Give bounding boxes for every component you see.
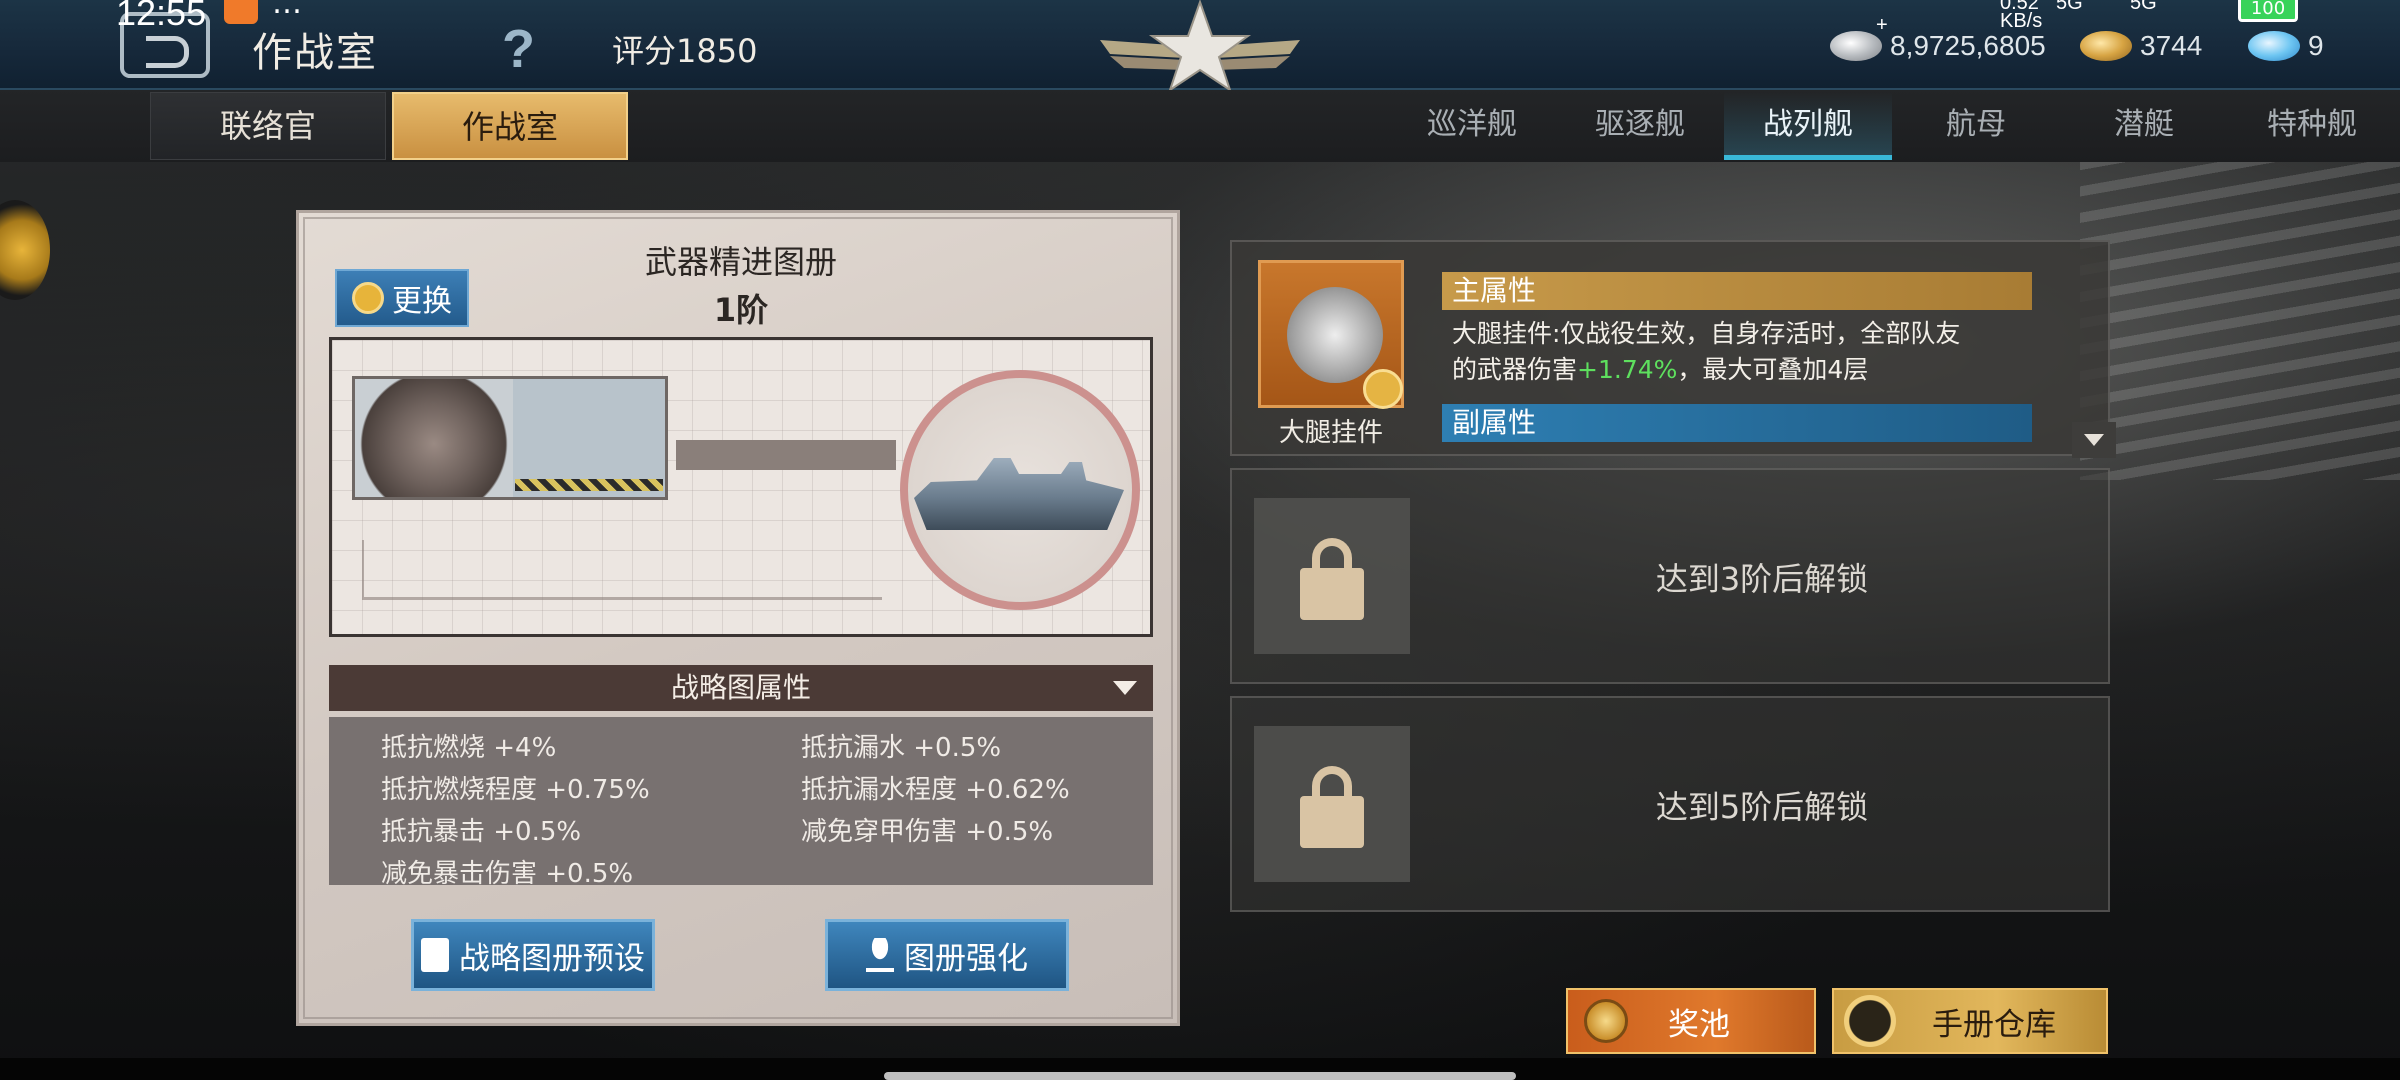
empty-label-bar: [676, 440, 896, 470]
status-time: 12:55: [116, 0, 207, 33]
main-attr-line-2: 的武器伤害+1.74%，最大可叠加4层: [1452, 352, 2072, 388]
gold-coin-icon: [2080, 31, 2132, 61]
item-book-icon[interactable]: [1258, 260, 1404, 409]
swap-label: 更换: [392, 284, 452, 319]
silver-coin-icon: [1830, 31, 1882, 61]
gold-resource[interactable]: 3744: [2080, 30, 2202, 62]
locked-slot-2: 达到5阶后解锁: [1230, 696, 2110, 912]
status-more: …: [272, 0, 302, 21]
attr-list[interactable]: 抵抗燃烧 +4% 抵抗漏水 +0.5% 抵抗燃烧程度 +0.75% 抵抗漏水程度…: [329, 717, 1153, 885]
lock-icon: [1254, 498, 1410, 654]
main-attr-value: +1.74%: [1577, 355, 1678, 384]
tab-battleship[interactable]: 战列舰: [1724, 92, 1892, 160]
silver-plus: +: [1876, 14, 1888, 36]
lock-body: [1300, 568, 1364, 620]
warehouse-label: 手册仓库: [1932, 1006, 2056, 1043]
gem-resource[interactable]: 9: [2248, 30, 2324, 62]
help-icon[interactable]: ?: [502, 18, 535, 80]
preset-label: 战略图册预设: [459, 940, 645, 977]
tab-war-room[interactable]: 作战室: [392, 92, 628, 160]
tab-destroyer[interactable]: 驱逐舰: [1556, 92, 1724, 160]
preset-button[interactable]: 战略图册预设: [411, 919, 655, 991]
battery-icon: 100: [2238, 0, 2298, 22]
unlock-hint: 达到3阶后解锁: [1655, 560, 1869, 598]
attr-item: 减免暴击伤害 +0.5%: [381, 859, 634, 885]
signal-2: 5G: [2130, 0, 2157, 14]
unlock-hint: 达到5阶后解锁: [1655, 788, 1869, 826]
weapon-slot[interactable]: [352, 376, 668, 500]
list-icon: [421, 938, 449, 972]
refresh-icon[interactable]: [1363, 369, 1403, 409]
item-name: 大腿挂件: [1278, 418, 1383, 448]
attr-item: 抵抗燃烧 +4%: [381, 733, 557, 763]
silver-value: 8,9725,6805: [1890, 30, 2046, 61]
tab-liaison-officer[interactable]: 联络官: [150, 92, 386, 160]
attr-item: 抵抗燃烧程度 +0.75%: [381, 775, 650, 805]
ship-schematic: [329, 337, 1153, 637]
swap-icon: [352, 282, 384, 314]
lock-body: [1300, 796, 1364, 848]
enhance-button[interactable]: 图册强化: [825, 919, 1069, 991]
warehouse-button[interactable]: 手册仓库: [1832, 988, 2108, 1054]
prize-pool-label: 奖池: [1668, 1006, 1730, 1043]
attr-item: 减免穿甲伤害 +0.5%: [801, 817, 1054, 847]
prize-pool-button[interactable]: 奖池: [1566, 988, 1816, 1054]
tab-special-ship[interactable]: 特种舰: [2228, 92, 2396, 160]
swap-button[interactable]: 更换: [335, 269, 469, 327]
tab-cruiser[interactable]: 巡洋舰: [1388, 92, 1556, 160]
tab-submarine[interactable]: 潜艇: [2060, 92, 2228, 160]
gold-value: 3744: [2140, 30, 2203, 61]
attr-item: 抵抗暴击 +0.5%: [381, 817, 582, 847]
lock-icon: [1254, 726, 1410, 882]
leaf-icon: [866, 938, 894, 972]
enhance-label: 图册强化: [904, 940, 1028, 977]
cloud-gem-icon: [2248, 31, 2300, 61]
signal-1: 5G: [2056, 0, 2083, 14]
gem-value: 9: [2308, 30, 2324, 61]
book-emblem: [1287, 287, 1383, 383]
chevron-down-icon: [1113, 681, 1137, 695]
main-attr-line-1: 大腿挂件:仅战役生效，自身存活时，全部队友: [1452, 319, 1961, 348]
rank-emblem-icon: [1100, 0, 1300, 92]
window-blinds-light: [2080, 160, 2400, 480]
album-panel: 武器精进图册 1阶 更换 战略图属性 抵抗燃烧 +4% 抵抗漏水 +0.5% 抵…: [296, 210, 1180, 1026]
net-speed-unit: KB/s: [2000, 10, 2043, 32]
tab-carrier[interactable]: 航母: [1892, 92, 2060, 160]
turret-icon: [355, 379, 513, 497]
warehouse-icon: [1844, 995, 1896, 1047]
main-attr-text-a: 的武器伤害: [1452, 355, 1578, 384]
silver-resource[interactable]: 8,9725,6805: [1830, 30, 2046, 62]
main-attr-label: 主属性: [1442, 272, 2032, 310]
expand-icon[interactable]: [2072, 422, 2116, 458]
main-attr-text-b: ，最大可叠加4层: [1677, 355, 1869, 384]
locked-slot-1: 达到3阶后解锁: [1230, 468, 2110, 684]
main-attr-description: 大腿挂件:仅战役生效，自身存活时，全部队友 的武器伤害+1.74%，最大可叠加4…: [1452, 316, 2072, 388]
medal-icon: [1584, 999, 1628, 1043]
ship-outline-drawing: [362, 540, 882, 600]
home-indicator[interactable]: [884, 1072, 1516, 1080]
battery-level: 100: [2250, 0, 2286, 19]
sub-attr-label: 副属性: [1442, 404, 2032, 442]
attr-item: 抵抗漏水程度 +0.62%: [801, 775, 1070, 805]
main-attr-card: 大腿挂件 主属性 大腿挂件:仅战役生效，自身存活时，全部队友 的武器伤害+1.7…: [1230, 240, 2116, 458]
attr-header[interactable]: 战略图属性: [329, 665, 1153, 711]
hazard-stripe: [515, 479, 663, 491]
score-label: 评分1850: [612, 32, 758, 70]
page-title: 作战室: [252, 30, 378, 76]
attr-item: 抵抗漏水 +0.5%: [801, 733, 1002, 763]
attr-header-label: 战略图属性: [670, 671, 811, 704]
